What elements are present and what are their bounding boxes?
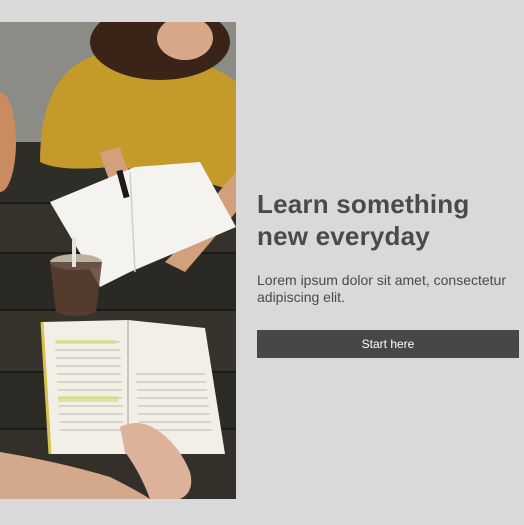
hero-photo bbox=[0, 22, 236, 499]
students-studying-photo bbox=[0, 22, 236, 499]
start-here-button[interactable]: Start here bbox=[257, 330, 519, 358]
hero-content: Learn something new everyday Lorem ipsum… bbox=[257, 188, 519, 358]
page-title: Learn something new everyday bbox=[257, 189, 470, 251]
hero-description: Lorem ipsum dolor sit amet, consectetur … bbox=[257, 272, 506, 305]
